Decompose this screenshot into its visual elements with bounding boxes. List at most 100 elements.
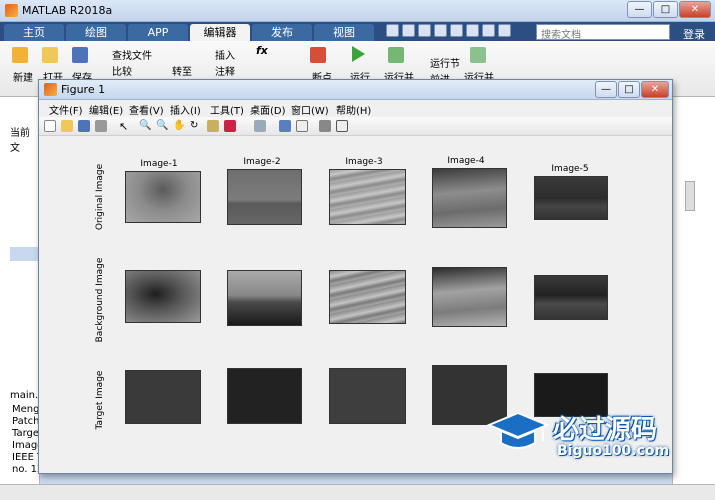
menu-help[interactable]: 帮助(H)	[336, 102, 371, 117]
watermark-sub-text: Biguo100.com	[557, 443, 670, 459]
goto-button[interactable]: 转至	[172, 63, 192, 78]
tab-editor[interactable]: 编辑器	[190, 24, 250, 41]
pointer-icon[interactable]: ↖	[119, 120, 131, 133]
original-image-1	[125, 171, 201, 223]
save-icon	[72, 47, 88, 63]
current-folder-panel: 当前文 main.m Meng Patch- Targe Image IEEE …	[0, 97, 48, 492]
save-figure-icon[interactable]	[78, 120, 90, 132]
background-image-1	[125, 270, 201, 323]
menu-desktop[interactable]: 桌面(D)	[250, 102, 286, 117]
background-image-4	[432, 267, 507, 327]
search-documentation-input[interactable]: 搜索文档	[536, 24, 670, 41]
menu-file[interactable]: 文件(F)	[49, 102, 83, 117]
menu-insert[interactable]: 插入(I)	[170, 102, 201, 117]
zoom-in-icon[interactable]: 🔍	[139, 120, 151, 132]
compare-button[interactable]: 比较	[112, 63, 132, 78]
new-button[interactable]: 新建	[13, 69, 33, 84]
run-advance-icon	[388, 47, 404, 63]
status-bar	[0, 484, 715, 500]
tab-plots[interactable]: 绘图	[66, 24, 126, 41]
close-button[interactable]: ✕	[679, 1, 711, 18]
run-icon	[352, 46, 365, 62]
menu-view[interactable]: 查看(V)	[129, 102, 164, 117]
original-image-4	[432, 168, 507, 228]
hide-plot-tools-icon[interactable]	[319, 120, 331, 132]
tab-publish[interactable]: 发布	[252, 24, 312, 41]
paste-quick-icon[interactable]	[434, 24, 447, 37]
figure-title: Figure 1	[61, 83, 106, 96]
background-image-2	[227, 270, 302, 326]
target-image-2	[227, 368, 302, 424]
row-label-target: Target Image	[95, 370, 105, 430]
target-image-3	[329, 368, 406, 424]
switch-windows-icon[interactable]	[482, 24, 495, 37]
insert-button[interactable]: 插入	[215, 47, 235, 62]
column-title-5: Image-5	[551, 164, 589, 174]
row-label-background: Background Image	[95, 257, 105, 343]
rotate-icon[interactable]: ↻	[190, 120, 202, 132]
original-image-2	[227, 169, 302, 225]
zoom-out-icon[interactable]: 🔍	[156, 120, 168, 132]
menu-edit[interactable]: 编辑(E)	[89, 102, 123, 117]
column-title-3: Image-3	[345, 157, 383, 167]
menu-tools[interactable]: 工具(T)	[210, 102, 244, 117]
original-image-3	[329, 169, 406, 225]
quick-access-toolbar	[386, 24, 536, 40]
run-section-button[interactable]: 运行节	[430, 55, 460, 70]
background-image-3	[329, 270, 406, 324]
current-folder-label: 当前文	[10, 128, 30, 154]
figure-menu-bar: 文件(F) 编辑(E) 查看(V) 插入(I) 工具(T) 桌面(D) 窗口(W…	[39, 100, 672, 117]
run-and-time-icon	[470, 47, 486, 63]
link-plot-icon[interactable]	[254, 120, 266, 132]
copy-quick-icon[interactable]	[418, 24, 431, 37]
tab-view[interactable]: 视图	[314, 24, 374, 41]
open-file-icon[interactable]	[61, 120, 73, 132]
figure-logo-icon	[44, 83, 57, 96]
new-figure-icon[interactable]	[44, 120, 56, 132]
fx-icon[interactable]: fx	[256, 44, 268, 57]
cut-quick-icon[interactable]	[402, 24, 415, 37]
figure-title-bar: Figure 1 — □ ✕	[39, 80, 672, 100]
target-image-1	[125, 370, 201, 424]
toolstrip-tabs: 主页 绘图 APP 编辑器 发布 视图 搜索文档 登录	[0, 22, 715, 41]
watermark: 必过源码 Biguo100.com	[487, 405, 687, 465]
row-label-original: Original Image	[95, 163, 105, 231]
editor-scrollbar-thumb[interactable]	[685, 181, 695, 211]
maximize-button[interactable]: □	[653, 1, 678, 18]
help-quick-icon[interactable]	[498, 24, 511, 37]
original-image-5	[534, 176, 608, 220]
column-title-2: Image-2	[243, 157, 281, 167]
tab-apps[interactable]: APP	[128, 24, 188, 41]
main-title-bar: MATLAB R2018a — □ ✕	[0, 0, 715, 22]
figure-minimize-button[interactable]: —	[595, 81, 617, 98]
figure-maximize-button[interactable]: □	[618, 81, 640, 98]
login-link[interactable]: 登录	[683, 26, 705, 42]
brush-icon[interactable]	[224, 120, 236, 132]
figure-close-button[interactable]: ✕	[641, 81, 669, 98]
matlab-logo-icon	[5, 4, 18, 17]
colorbar-icon[interactable]	[279, 120, 291, 132]
new-icon	[12, 47, 28, 63]
print-icon[interactable]	[95, 120, 107, 132]
data-cursor-icon[interactable]	[207, 120, 219, 132]
show-plot-tools-icon[interactable]	[336, 120, 348, 132]
figure-toolbar: ↖ 🔍 🔍 ✋ ↻	[39, 117, 672, 136]
background-image-5	[534, 275, 608, 320]
breakpoint-icon	[310, 47, 326, 63]
window-title: MATLAB R2018a	[22, 4, 113, 17]
menu-window[interactable]: 窗口(W)	[291, 102, 329, 117]
tab-home[interactable]: 主页	[4, 24, 64, 41]
watermark-main-text: 必过源码	[553, 415, 658, 445]
comment-button[interactable]: 注释	[215, 63, 235, 78]
pan-icon[interactable]: ✋	[173, 120, 185, 132]
find-files-button[interactable]: 查找文件	[112, 47, 152, 62]
legend-icon[interactable]	[296, 120, 308, 132]
graduation-cap-icon	[487, 411, 549, 449]
save-quick-icon[interactable]	[386, 24, 399, 37]
column-title-4: Image-4	[447, 156, 485, 166]
file-list-selected-row[interactable]	[10, 247, 40, 261]
open-folder-icon	[42, 47, 58, 63]
redo-quick-icon[interactable]	[466, 24, 479, 37]
undo-quick-icon[interactable]	[450, 24, 463, 37]
minimize-button[interactable]: —	[627, 1, 652, 18]
